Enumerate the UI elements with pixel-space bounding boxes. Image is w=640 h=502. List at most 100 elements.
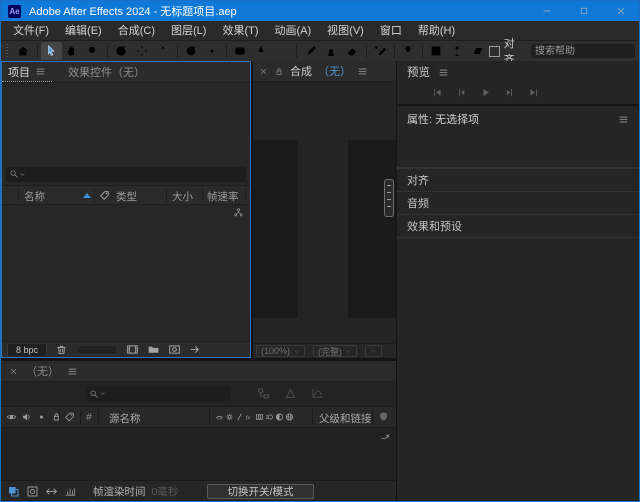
rotation-icon[interactable] — [181, 42, 202, 60]
eye-icon[interactable] — [6, 411, 17, 423]
play-icon[interactable] — [479, 87, 492, 98]
bit-depth-button[interactable]: 8 bpc — [7, 344, 47, 356]
column-fps[interactable]: 帧速率 — [207, 189, 239, 204]
properties-panel-header[interactable]: 属性: 无选择项 — [397, 106, 639, 132]
pen-icon[interactable] — [251, 42, 272, 60]
rectangle-icon[interactable] — [230, 42, 251, 60]
pan-camera-icon[interactable] — [132, 42, 153, 60]
shy-icon[interactable] — [215, 411, 224, 423]
project-item-list[interactable] — [2, 205, 250, 341]
eraser-icon[interactable] — [342, 42, 363, 60]
frame-blend-icon[interactable] — [255, 411, 264, 423]
transfer-pane-icon[interactable] — [26, 485, 39, 498]
resolution-dropdown[interactable]: (完整) — [313, 345, 357, 357]
panel-grip-icon[interactable] — [5, 44, 10, 58]
menu-item[interactable]: 文件(F) — [5, 21, 57, 41]
project-search-input[interactable] — [26, 169, 243, 180]
source-name-column[interactable]: 源名称 — [109, 411, 141, 426]
label-column-icon[interactable] — [99, 190, 110, 201]
cube-icon[interactable] — [285, 411, 294, 423]
switches-pane-icon[interactable] — [7, 485, 20, 498]
panel-menu-icon[interactable] — [438, 67, 449, 78]
help-search-input[interactable] — [531, 44, 635, 58]
fx-icon[interactable]: fx — [245, 411, 254, 423]
home-icon[interactable] — [13, 42, 34, 60]
magnification-dropdown[interactable]: (100%) — [256, 345, 305, 357]
flowchart-icon[interactable] — [257, 387, 270, 400]
motion-blur-icon[interactable] — [265, 411, 274, 423]
minimize-button[interactable] — [528, 1, 565, 21]
panel-menu-icon[interactable] — [618, 114, 629, 125]
selection-icon[interactable] — [41, 42, 62, 60]
menu-item[interactable]: 动画(A) — [267, 21, 320, 41]
zoom-icon[interactable] — [83, 42, 104, 60]
type-icon[interactable] — [272, 42, 293, 60]
axis-world-icon[interactable] — [447, 42, 468, 60]
menu-item[interactable]: 窗口 — [372, 21, 410, 41]
speaker-icon[interactable] — [21, 411, 32, 423]
panel-menu-icon[interactable] — [67, 366, 78, 377]
menu-item[interactable]: 图层(L) — [163, 21, 214, 41]
timeline-layer-area[interactable] — [1, 428, 396, 480]
snap-checkbox[interactable] — [489, 46, 500, 57]
lock-icon[interactable] — [274, 66, 284, 77]
lock-icon[interactable] — [51, 411, 62, 423]
timeline-search-box[interactable] — [86, 386, 231, 401]
adjustment-icon[interactable] — [275, 411, 284, 423]
column-type[interactable]: 类型 — [116, 189, 137, 204]
puppet-pin-icon[interactable] — [398, 42, 419, 60]
sort-ascending-icon[interactable] — [83, 193, 91, 198]
prev-frame-icon[interactable] — [455, 87, 468, 98]
tab-composition-label[interactable]: 合成 — [290, 63, 312, 79]
panel-audio[interactable]: 音频 — [397, 191, 639, 214]
menu-item[interactable]: 编辑(E) — [57, 21, 110, 41]
project-search-box[interactable] — [6, 167, 246, 182]
label-column-icon[interactable] — [64, 411, 75, 423]
clone-stamp-icon[interactable] — [321, 42, 342, 60]
orbit-icon[interactable] — [111, 42, 132, 60]
slash-icon[interactable] — [235, 411, 244, 423]
timeline-tab-label[interactable]: （无） — [26, 363, 59, 379]
proxy-icon[interactable] — [189, 343, 202, 356]
menu-item[interactable]: 帮助(H) — [410, 21, 463, 41]
preview-panel-header[interactable]: 预览 — [397, 61, 639, 83]
menu-item[interactable]: 合成(C) — [110, 21, 163, 41]
tab-close-icon[interactable] — [259, 67, 268, 76]
panel-effects-presets[interactable]: 效果和预设 — [397, 214, 639, 237]
tab-effect-controls[interactable]: 效果控件（无） — [68, 64, 145, 80]
parent-link-column[interactable]: 父级和链接 — [319, 411, 372, 426]
sun-icon[interactable] — [225, 411, 234, 423]
panel-splitter-handle[interactable] — [384, 179, 394, 217]
trash-icon[interactable] — [55, 343, 68, 356]
maximize-button[interactable] — [565, 1, 602, 21]
next-frame-icon[interactable] — [503, 87, 516, 98]
comp-thumb-icon[interactable] — [168, 343, 181, 356]
draft3d-icon[interactable] — [284, 387, 297, 400]
dot-icon[interactable] — [36, 411, 47, 423]
tab-project[interactable]: 项目 — [2, 62, 52, 82]
render-pane-icon[interactable] — [64, 485, 77, 498]
footage-icon[interactable] — [126, 343, 139, 356]
column-size[interactable]: 大小 — [172, 189, 193, 204]
roto-brush-icon[interactable] — [370, 42, 391, 60]
folder-icon[interactable] — [147, 343, 160, 356]
menu-item[interactable]: 视图(V) — [319, 21, 372, 41]
menu-item[interactable]: 效果(T) — [214, 21, 266, 41]
tab-close-icon[interactable] — [9, 367, 18, 376]
dolly-camera-icon[interactable] — [153, 42, 174, 60]
axis-local-icon[interactable] — [426, 42, 447, 60]
close-button[interactable] — [602, 1, 639, 21]
toggle-switches-modes-button[interactable]: 切换开关/模式 — [207, 484, 314, 499]
timeline-search-input[interactable] — [106, 388, 228, 399]
panel-menu-icon[interactable] — [35, 66, 46, 77]
index-column[interactable]: # — [86, 411, 92, 423]
panel-menu-icon[interactable] — [357, 66, 368, 77]
panel-align[interactable]: 对齐 — [397, 168, 639, 191]
graph-editor-icon[interactable] — [311, 387, 324, 400]
extra-dropdown[interactable] — [365, 345, 382, 357]
brush-icon[interactable] — [300, 42, 321, 60]
go-start-icon[interactable] — [431, 87, 444, 98]
go-end-icon[interactable] — [527, 87, 540, 98]
column-name[interactable]: 名称 — [24, 189, 45, 204]
axis-view-icon[interactable] — [468, 42, 489, 60]
